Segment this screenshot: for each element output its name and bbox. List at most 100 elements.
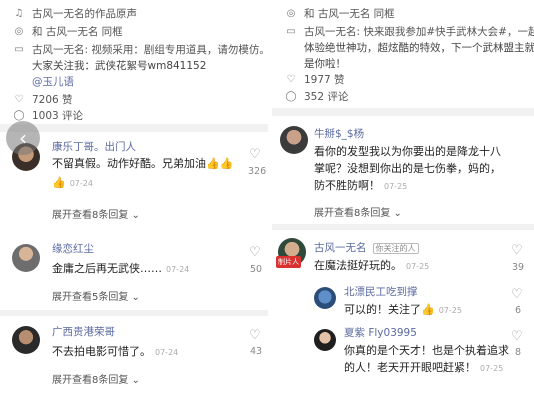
same-frame-icon: ◎: [14, 26, 24, 37]
like-heart-icon[interactable]: ♡: [511, 243, 523, 258]
description-line-3: 是你啦！: [304, 58, 346, 70]
expand-replies-label: 展开查看8条回复: [52, 375, 129, 386]
like-heart-icon[interactable]: ♡: [249, 147, 261, 162]
comment-text: 在魔法挺好玩的。 07-25: [314, 257, 429, 275]
avatar[interactable]: [314, 329, 336, 351]
comment-author[interactable]: 康乐丁哥。出门人: [52, 139, 136, 154]
comment-author-name: 古风一无名: [314, 242, 367, 254]
comment-time: 07-24: [69, 179, 93, 188]
expand-replies-link[interactable]: 展开查看5条回复 ⌄: [52, 288, 140, 303]
description-line-1: 古风一无名: 视频采用：剧组专用道具，请勿模仿。: [32, 44, 268, 56]
comment-author[interactable]: 牛掰$_$杨: [314, 126, 364, 141]
avatar[interactable]: [314, 287, 336, 309]
comment-time: 07-24: [166, 265, 190, 274]
comments-count: 352 评论: [304, 91, 349, 103]
comment-text-line: 防不胜防啊！: [314, 179, 380, 192]
producer-badge: 制片人: [276, 256, 301, 268]
like-count: 39: [512, 262, 525, 273]
reply-author[interactable]: 夏紫 Fly03995: [344, 325, 417, 340]
comment-icon: ◯: [285, 91, 297, 102]
like-count: 326: [248, 166, 267, 177]
following-tag: 你关注的人: [372, 243, 419, 254]
comment-text: 金庸之后再无武侠…… 07-24: [52, 260, 189, 278]
likes-row[interactable]: ♡ 7206 赞: [12, 92, 73, 107]
description-line-1: 古风一无名: 快来跟我参加#快手武林大会#，一起: [304, 26, 534, 38]
expand-replies-label: 展开查看8条回复: [314, 208, 391, 219]
back-arrow-button[interactable]: ‹: [6, 121, 40, 155]
description-line-2: 体验绝世神功，超炫酷的特效，下一个武林盟主就: [304, 42, 534, 54]
reply-text: 可以的！关注了👍 07-25: [344, 301, 462, 319]
mention-link[interactable]: @玉儿语: [32, 74, 74, 89]
likes-count: 1977 赞: [304, 74, 345, 86]
thumbs-up-icon: 👍: [52, 176, 66, 189]
section-divider: [0, 124, 268, 132]
video-source-label: 古风一无名的作品原声: [32, 8, 137, 20]
expand-replies-link[interactable]: 展开查看8条回复 ⌄: [52, 371, 140, 386]
thumbs-up-icon: 👍👍: [206, 157, 234, 170]
comments-count: 1003 评论: [32, 110, 84, 122]
description-line-2: 大家关注我：武侠花絮号wm841152: [32, 60, 207, 72]
like-count: 50: [250, 264, 263, 275]
expand-replies-label: 展开查看8条回复: [52, 210, 129, 221]
comment-text-line-3: 防不胜防啊！ 07-25: [314, 177, 407, 195]
reply-time: 07-25: [480, 364, 504, 373]
like-heart-icon[interactable]: ♡: [249, 328, 261, 343]
avatar[interactable]: [12, 244, 40, 272]
likes-row[interactable]: ♡ 1977 赞: [284, 72, 345, 87]
heart-icon: ♡: [286, 74, 296, 85]
comment-text-line: 不去拍电影可惜了。: [52, 345, 151, 358]
comment-text: 不留真假。动作好酷。兄弟加油👍👍: [52, 155, 233, 172]
same-frame-label: 和 古风一无名 同框: [32, 26, 123, 38]
like-heart-icon[interactable]: ♡: [511, 287, 523, 302]
section-divider: [272, 224, 534, 230]
description-row: ▭ 古风一无名: 快来跟我参加#快手武林大会#，一起: [284, 24, 534, 39]
description-icon: ▭: [14, 44, 24, 55]
avatar[interactable]: [280, 126, 308, 154]
description-icon: ▭: [286, 26, 296, 37]
comment-author[interactable]: 古风一无名 你关注的人: [314, 240, 419, 255]
same-frame-row[interactable]: ◎ 和 古风一无名 同框: [12, 24, 123, 39]
reply-text-line-2: 的人！老天开开眼吧赶紧！ 07-25: [344, 359, 503, 377]
right-screenshot-panel: ◎ 和 古风一无名 同框 ▭ 古风一无名: 快来跟我参加#快手武林大会#，一起 …: [272, 0, 534, 401]
expand-replies-link[interactable]: 展开查看8条回复 ⌄: [52, 206, 140, 221]
like-count: 6: [515, 305, 522, 316]
section-divider: [272, 108, 534, 116]
reply-text-line: 可以的！关注了: [344, 303, 421, 316]
comment-emoji-row: 👍 07-24: [52, 174, 93, 192]
comment-text-line: 不留真假。动作好酷。兄弟加油: [52, 157, 206, 170]
like-count: 43: [250, 346, 263, 357]
comment-text: 不去拍电影可惜了。 07-24: [52, 343, 178, 361]
comment-time: 07-25: [384, 182, 408, 191]
left-screenshot-panel: ♫ 古风一无名的作品原声 ◎ 和 古风一无名 同框 ▭ 古风一无名: 视频采用：…: [0, 0, 268, 401]
video-source-row[interactable]: ♫ 古风一无名的作品原声: [12, 6, 137, 21]
like-heart-icon[interactable]: ♡: [511, 329, 523, 344]
reply-text-line-1: 你真的是个天才！也是个执着追求: [344, 344, 509, 357]
comment-author[interactable]: 缘恋红尘: [52, 241, 94, 256]
comment-text-line: 在魔法挺好玩的。: [314, 259, 402, 272]
reply-text-line: 的人！老天开开眼吧赶紧！: [344, 361, 476, 374]
comments-row[interactable]: ◯ 352 评论: [284, 89, 348, 104]
same-frame-row[interactable]: ◎ 和 古风一无名 同框: [284, 6, 395, 21]
thumbs-up-icon: 👍: [421, 303, 435, 316]
same-frame-icon: ◎: [286, 8, 296, 19]
comment-text-line: 金庸之后再无武侠……: [52, 262, 162, 275]
reply-author[interactable]: 北漂民工吃到撑: [344, 284, 418, 299]
expand-replies-link[interactable]: 展开查看8条回复 ⌄: [314, 204, 402, 219]
section-divider: [0, 310, 268, 316]
like-count: 8: [515, 347, 522, 358]
like-heart-icon[interactable]: ♡: [249, 245, 261, 260]
avatar[interactable]: [12, 326, 40, 354]
description-row: ▭ 古风一无名: 视频采用：剧组专用道具，请勿模仿。: [12, 42, 268, 57]
reply-time: 07-25: [438, 306, 462, 315]
comment-time: 07-24: [155, 348, 179, 357]
comment-author[interactable]: 广西贵港荣哥: [52, 324, 115, 339]
comment-time: 07-25: [406, 262, 430, 271]
comment-text-line-1: 看你的发型我以为你要出的是降龙十八: [314, 145, 501, 158]
expand-replies-label: 展开查看5条回复: [52, 292, 129, 303]
comment-text-line-2: 掌呢？没想到你出的是七伤拳，妈的，: [314, 162, 501, 175]
same-frame-label: 和 古风一无名 同框: [304, 8, 395, 20]
heart-icon: ♡: [14, 94, 24, 105]
music-note-icon: ♫: [14, 8, 24, 19]
comment-icon: ◯: [13, 110, 25, 121]
likes-count: 7206 赞: [32, 94, 73, 106]
